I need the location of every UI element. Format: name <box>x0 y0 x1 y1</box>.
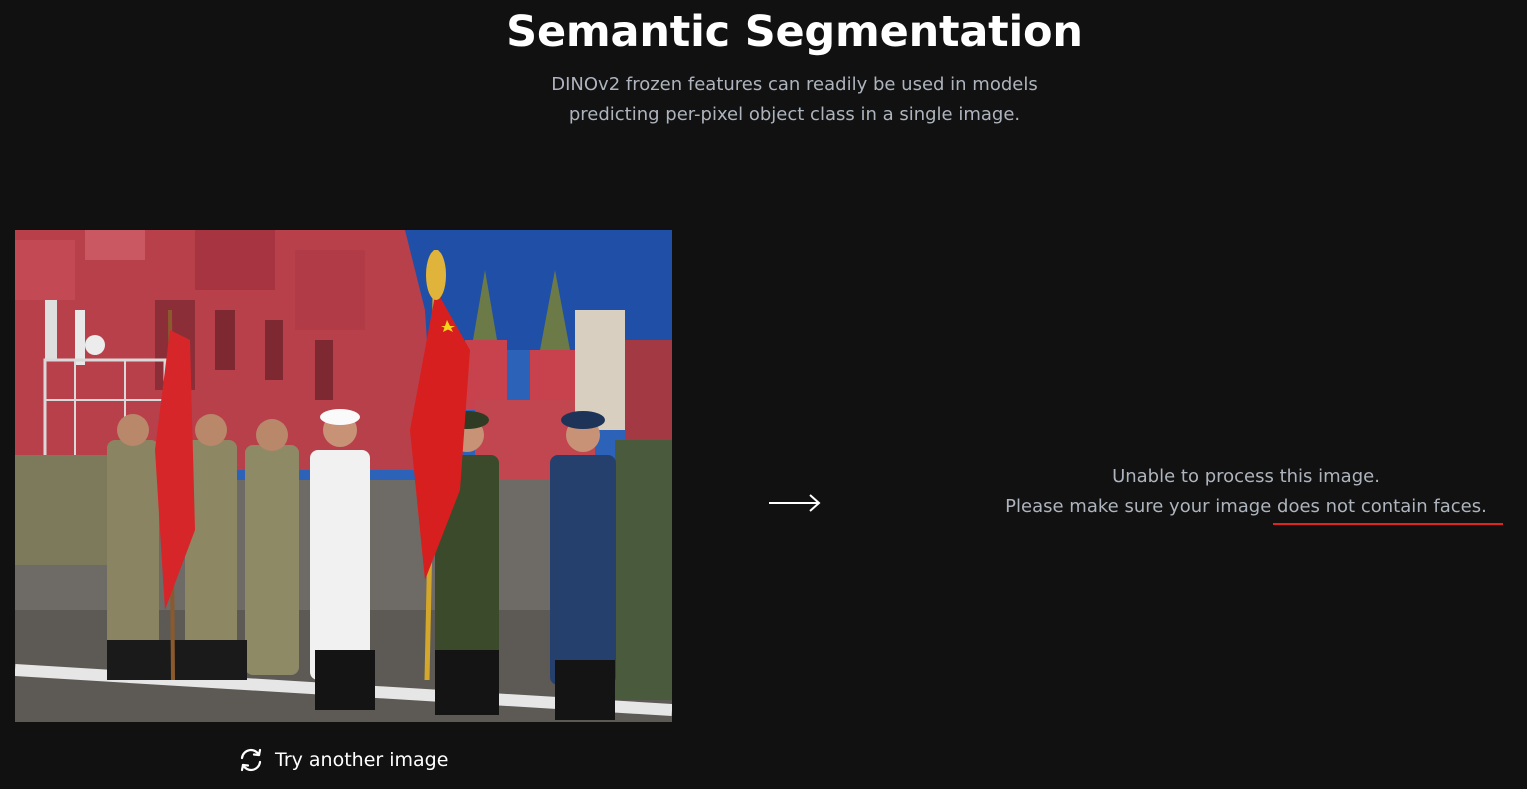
error-line-1: Unable to process this image. <box>1112 466 1380 487</box>
subtitle-line-1: DINOv2 frozen features can readily be us… <box>551 74 1038 95</box>
page-subtitle: DINOv2 frozen features can readily be us… <box>0 70 1527 130</box>
segmentation-demo-page: Semantic Segmentation DINOv2 frozen feat… <box>0 0 1527 789</box>
refresh-icon <box>237 746 265 774</box>
subtitle-line-2: predicting per-pixel object class in a s… <box>568 104 1021 125</box>
error-highlight-underline <box>1273 523 1503 525</box>
error-message: Unable to process this image. Please mak… <box>960 462 1527 522</box>
error-line-2: Please make sure your image does not con… <box>1005 496 1487 517</box>
page-title: Semantic Segmentation <box>506 7 1083 57</box>
arrow-right-icon <box>768 492 822 518</box>
try-another-image-label: Try another image <box>275 749 449 771</box>
input-photo <box>15 230 672 722</box>
try-another-image-button[interactable]: Try another image <box>237 746 448 774</box>
